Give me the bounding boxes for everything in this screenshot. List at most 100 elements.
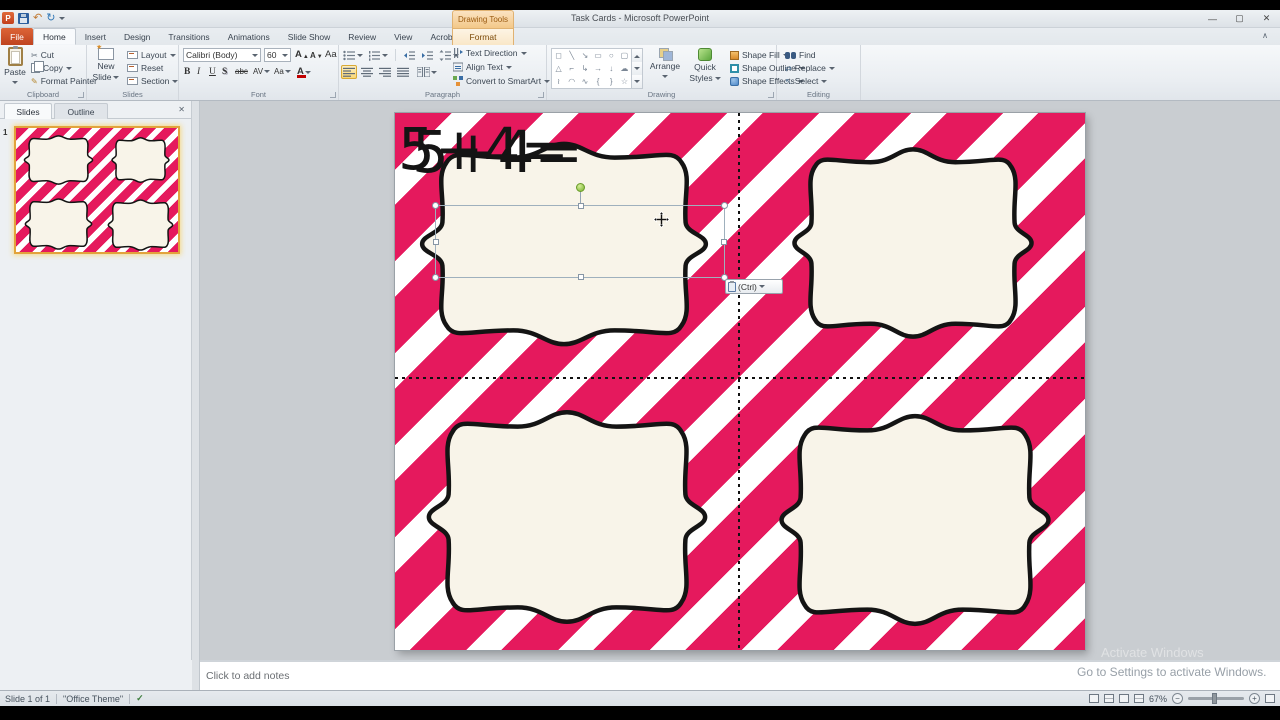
- shape-right-brace-icon[interactable]: }: [605, 75, 618, 88]
- italic-button[interactable]: I: [197, 67, 200, 77]
- paste-button[interactable]: Paste: [2, 46, 28, 87]
- collapse-ribbon-icon[interactable]: ∧: [1262, 31, 1268, 40]
- selection-handle-left[interactable]: [433, 239, 439, 245]
- zoom-slider[interactable]: [1188, 693, 1244, 704]
- select-button[interactable]: ↖ Select: [785, 76, 828, 86]
- shapes-scroll-up-button[interactable]: [632, 49, 642, 62]
- shape-scribble-icon[interactable]: ∿: [578, 75, 591, 88]
- paragraph-dialog-launcher-icon[interactable]: [538, 92, 544, 98]
- shape-oval-icon[interactable]: ○: [605, 49, 618, 62]
- shape-arrow-icon[interactable]: ↘: [578, 49, 591, 62]
- text-direction-button[interactable]: Text Direction: [453, 48, 527, 58]
- increase-indent-icon[interactable]: [421, 50, 434, 61]
- shapes-scroll-down-button[interactable]: [632, 62, 642, 75]
- find-button[interactable]: Find: [785, 50, 816, 60]
- panel-splitter[interactable]: [192, 101, 200, 690]
- new-slide-button[interactable]: New Slide: [90, 43, 122, 82]
- tab-review[interactable]: Review: [339, 28, 385, 45]
- horizontal-guide[interactable]: [395, 377, 1085, 379]
- font-color-button[interactable]: A: [297, 66, 311, 78]
- tab-format[interactable]: Format: [452, 28, 514, 45]
- clipboard-dialog-launcher-icon[interactable]: [78, 92, 84, 98]
- justify-button[interactable]: [395, 65, 411, 79]
- numbering-button[interactable]: [368, 50, 388, 61]
- reset-button[interactable]: Reset: [127, 63, 163, 73]
- paste-options-button[interactable]: (Ctrl): [725, 279, 783, 294]
- text-shadow-button[interactable]: S: [222, 67, 227, 77]
- normal-view-button[interactable]: [1088, 694, 1099, 703]
- copy-button[interactable]: Copy: [31, 61, 72, 73]
- zoom-level[interactable]: 67%: [1149, 694, 1167, 704]
- slide[interactable]: 5+4= 5+4= (Ctrl): [395, 113, 1085, 650]
- task-card-2[interactable]: [786, 142, 1040, 344]
- tab-outline[interactable]: Outline: [54, 103, 108, 119]
- font-dialog-launcher-icon[interactable]: [330, 92, 336, 98]
- selection-handle-top-right[interactable]: [721, 202, 728, 209]
- tab-file[interactable]: File: [1, 28, 33, 45]
- change-case-button[interactable]: Aa: [274, 67, 291, 76]
- arrange-button[interactable]: Arrange: [647, 48, 683, 81]
- convert-smartart-button[interactable]: Convert to SmartArt: [453, 76, 551, 86]
- cut-button[interactable]: ✂ Cut: [31, 50, 54, 60]
- section-button[interactable]: Section: [127, 76, 179, 86]
- slideshow-view-button[interactable]: [1133, 694, 1144, 703]
- panel-close-icon[interactable]: ✕: [178, 105, 185, 114]
- shape-line-icon[interactable]: ╲: [565, 49, 578, 62]
- shapes-more-button[interactable]: [632, 75, 642, 88]
- task-card-4[interactable]: [772, 408, 1058, 632]
- shape-elbow-connector-icon[interactable]: ⌐: [565, 62, 578, 75]
- tab-slides[interactable]: Slides: [4, 103, 52, 119]
- shape-select-icon[interactable]: ◻: [552, 49, 565, 62]
- underline-button[interactable]: U: [209, 67, 216, 77]
- minimize-button[interactable]: —: [1199, 10, 1226, 27]
- shape-left-brace-icon[interactable]: {: [592, 75, 605, 88]
- shape-triangle-icon[interactable]: △: [552, 62, 565, 75]
- selection-handle-bottom-left[interactable]: [432, 274, 439, 281]
- character-spacing-button[interactable]: AV: [253, 67, 271, 76]
- shape-cloud-icon[interactable]: ☁: [618, 62, 631, 75]
- tab-design[interactable]: Design: [115, 28, 159, 45]
- align-text-button[interactable]: Align Text: [453, 62, 512, 72]
- selection-handle-top-left[interactable]: [432, 202, 439, 209]
- font-size-combo[interactable]: 60: [264, 48, 291, 62]
- equation-text-pasted-copy[interactable]: 5+4=: [412, 116, 583, 189]
- shape-rectangle-icon[interactable]: ▭: [592, 49, 605, 62]
- maximize-button[interactable]: ▢: [1226, 10, 1253, 27]
- selection-handle-bottom[interactable]: [578, 274, 584, 280]
- shape-right-arrow-icon[interactable]: →: [592, 62, 605, 75]
- tab-animations[interactable]: Animations: [219, 28, 279, 45]
- shrink-font-button[interactable]: A ▼: [310, 51, 323, 60]
- shape-rounded-rectangle-icon[interactable]: ▢: [618, 49, 631, 62]
- selection-handle-top[interactable]: [578, 203, 584, 209]
- tab-view[interactable]: View: [385, 28, 421, 45]
- clear-formatting-button[interactable]: Aa: [325, 49, 337, 60]
- replace-button[interactable]: ⇄ Replace: [785, 63, 835, 73]
- quick-styles-button[interactable]: Quick Styles: [685, 48, 725, 83]
- tab-slide-show[interactable]: Slide Show: [279, 28, 340, 45]
- theme-name[interactable]: "Office Theme": [63, 694, 123, 704]
- reading-view-button[interactable]: [1118, 694, 1129, 703]
- shape-freeform-icon[interactable]: ≀: [552, 75, 565, 88]
- align-center-button[interactable]: [359, 65, 375, 79]
- textbox-selection[interactable]: [432, 183, 728, 281]
- grow-font-button[interactable]: A ▲: [295, 49, 309, 60]
- align-right-button[interactable]: [377, 65, 393, 79]
- close-button[interactable]: ✕: [1253, 10, 1280, 27]
- slide-thumbnail[interactable]: 5+4= 5+4=: [14, 126, 180, 254]
- rotation-handle[interactable]: [576, 183, 585, 192]
- align-left-button[interactable]: [341, 65, 357, 79]
- tab-transitions[interactable]: Transitions: [159, 28, 218, 45]
- shape-elbow-arrow-icon[interactable]: ↳: [578, 62, 591, 75]
- tab-insert[interactable]: Insert: [76, 28, 115, 45]
- shape-star-icon[interactable]: ☆: [618, 75, 631, 88]
- decrease-indent-icon[interactable]: [403, 50, 416, 61]
- strikethrough-button[interactable]: abc: [235, 67, 248, 76]
- tab-home[interactable]: Home: [33, 28, 76, 45]
- spell-check-icon[interactable]: ✓: [136, 693, 144, 704]
- font-name-combo[interactable]: Calibri (Body): [183, 48, 261, 62]
- task-card-3[interactable]: [419, 404, 715, 630]
- selection-handle-right[interactable]: [721, 239, 727, 245]
- layout-button[interactable]: Layout: [127, 50, 176, 60]
- fit-to-window-button[interactable]: [1265, 694, 1275, 703]
- columns-button[interactable]: [417, 67, 437, 77]
